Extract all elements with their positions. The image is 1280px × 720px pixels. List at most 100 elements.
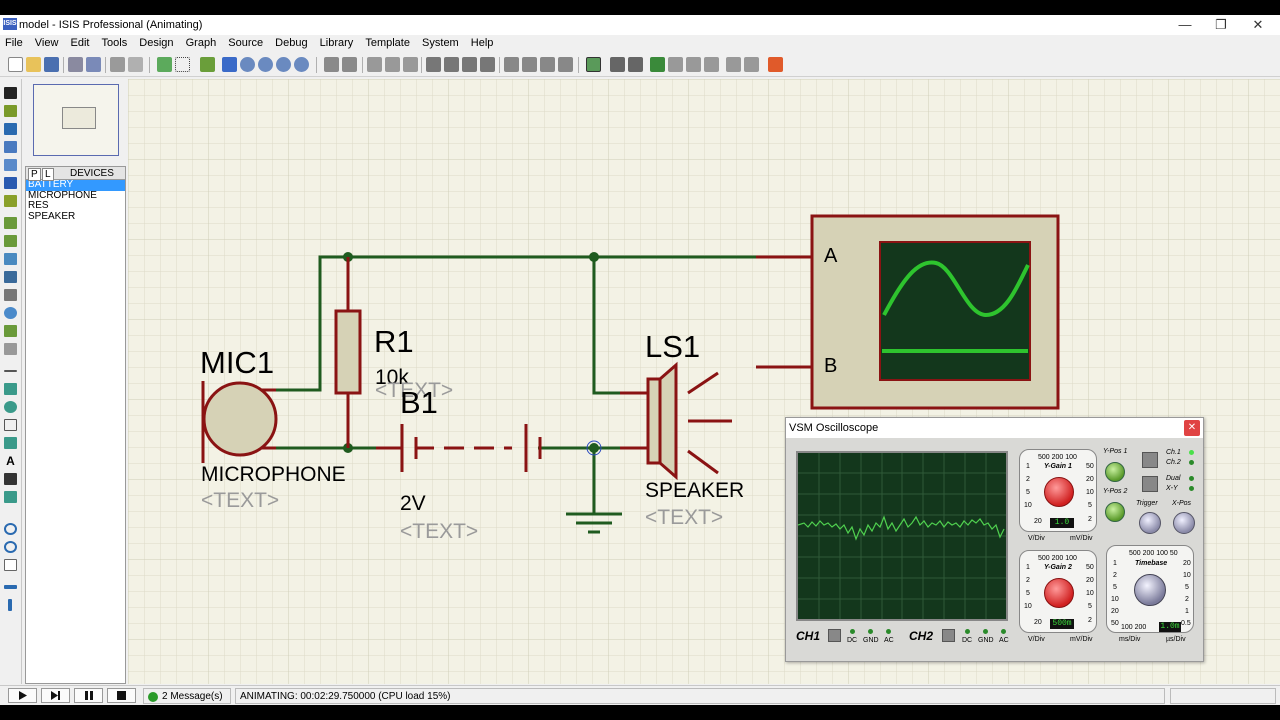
overview-window[interactable] [33, 84, 119, 156]
mode-select-button[interactable] [1142, 476, 1158, 492]
path-icon[interactable] [4, 437, 17, 449]
new-sheet-icon[interactable] [650, 57, 665, 72]
circle-icon[interactable] [4, 401, 17, 413]
selection-mode-icon[interactable] [4, 87, 17, 99]
zoom-in-icon[interactable] [240, 57, 255, 72]
voltage-probe-icon[interactable] [4, 325, 17, 337]
menu-graph[interactable]: Graph [181, 36, 221, 49]
rotate-clockwise-icon[interactable] [4, 523, 17, 535]
symbol-icon[interactable] [4, 473, 17, 485]
print-area-icon[interactable] [128, 57, 143, 72]
electrical-rules-icon[interactable] [726, 57, 741, 72]
vsm-oscilloscope-window[interactable]: VSM Oscilloscope ✕ CH1 DC GND AC CH2 DC … [785, 417, 1204, 662]
probe-icon[interactable] [4, 307, 17, 319]
messages-button[interactable]: 2 Message(s) [143, 688, 231, 704]
pick-from-library-button[interactable]: P [28, 168, 41, 181]
menu-help[interactable]: Help [466, 36, 498, 49]
ypos1-knob[interactable] [1105, 462, 1125, 482]
rotation-angle-field[interactable] [4, 559, 17, 571]
export-icon[interactable] [86, 57, 101, 72]
subcircuit-icon[interactable] [4, 195, 17, 207]
ygain1-knob[interactable] [1044, 477, 1074, 507]
grid-icon[interactable] [175, 57, 190, 72]
ch2-gnd[interactable]: GND [978, 637, 994, 644]
timebase-knob[interactable] [1134, 574, 1166, 606]
open-folder-icon[interactable] [26, 57, 41, 72]
box-icon[interactable] [4, 383, 17, 395]
play-button[interactable] [8, 688, 37, 703]
component-mode-icon[interactable] [4, 105, 17, 117]
ares-icon[interactable] [768, 57, 783, 72]
list-item[interactable]: SPEAKER [26, 211, 125, 223]
terminals-icon[interactable] [4, 217, 17, 229]
import-icon[interactable] [68, 57, 83, 72]
library-manager-button[interactable]: L [42, 168, 54, 181]
search-tag-icon[interactable] [610, 57, 625, 72]
new-file-icon[interactable] [8, 57, 23, 72]
pick-device-icon[interactable] [504, 57, 519, 72]
oscilloscope-close-button[interactable]: ✕ [1184, 420, 1200, 436]
step-button[interactable] [41, 688, 70, 703]
copy-icon[interactable] [385, 57, 400, 72]
ch2-dc[interactable]: DC [962, 637, 972, 644]
trigger-knob[interactable] [1139, 512, 1161, 534]
text-icon[interactable]: A [4, 455, 17, 467]
junction-dot-icon[interactable] [4, 123, 17, 135]
save-icon[interactable] [44, 57, 59, 72]
remove-sheet-icon[interactable] [668, 57, 683, 72]
packaging-icon[interactable] [540, 57, 555, 72]
origin-icon[interactable] [200, 57, 215, 72]
rotate-anticlockwise-icon[interactable] [4, 541, 17, 553]
stop-button[interactable] [107, 688, 136, 703]
paste-icon[interactable] [403, 57, 418, 72]
virtual-instruments-icon[interactable] [4, 343, 17, 355]
menu-tools[interactable]: Tools [97, 36, 132, 49]
ch1-gnd[interactable]: GND [863, 637, 879, 644]
exit-to-parent-icon[interactable] [686, 57, 701, 72]
refresh-icon[interactable] [157, 57, 172, 72]
device-pins-icon[interactable] [4, 235, 17, 247]
bill-of-materials-icon[interactable] [704, 57, 719, 72]
ch1-dc[interactable]: DC [847, 637, 857, 644]
ch1-coupling-button[interactable] [828, 629, 841, 642]
undo-icon[interactable] [324, 57, 339, 72]
menu-debug[interactable]: Debug [270, 36, 311, 49]
block-move-icon[interactable] [444, 57, 459, 72]
menu-file[interactable]: File [0, 36, 27, 49]
close-button[interactable]: ✕ [1240, 16, 1276, 34]
wire-autorouter-icon[interactable] [586, 57, 601, 72]
wire-label-icon[interactable] [4, 141, 17, 153]
menu-system[interactable]: System [417, 36, 463, 49]
pause-button[interactable] [74, 688, 103, 703]
menu-library[interactable]: Library [315, 36, 358, 49]
block-delete-icon[interactable] [480, 57, 495, 72]
menu-template[interactable]: Template [360, 36, 414, 49]
marker-icon[interactable] [4, 491, 17, 503]
block-rotate-icon[interactable] [462, 57, 477, 72]
block-copy-icon[interactable] [426, 57, 441, 72]
list-item[interactable]: RES [26, 200, 125, 212]
arc-icon[interactable] [4, 419, 17, 431]
netlist-icon[interactable] [744, 57, 759, 72]
channel-select-button[interactable] [1142, 452, 1158, 468]
zoom-out-icon[interactable] [258, 57, 273, 72]
cut-icon[interactable] [367, 57, 382, 72]
property-assignment-icon[interactable] [628, 57, 643, 72]
print-icon[interactable] [110, 57, 125, 72]
ygain2-knob[interactable] [1044, 578, 1074, 608]
ch2-ac[interactable]: AC [999, 637, 1009, 644]
make-device-icon[interactable] [522, 57, 537, 72]
menu-design[interactable]: Design [134, 36, 177, 49]
bus-icon[interactable] [4, 177, 17, 189]
text-script-icon[interactable] [4, 159, 17, 171]
generator-icon[interactable] [4, 289, 17, 301]
redo-icon[interactable] [342, 57, 357, 72]
zoom-all-icon[interactable] [276, 57, 291, 72]
graph-icon[interactable] [4, 253, 17, 265]
zoom-area-icon[interactable] [294, 57, 309, 72]
menu-view[interactable]: View [30, 36, 63, 49]
tape-recorder-icon[interactable] [4, 271, 17, 283]
maximize-button[interactable]: ❐ [1203, 16, 1239, 34]
menu-source[interactable]: Source [223, 36, 267, 49]
ch1-ac[interactable]: AC [884, 637, 894, 644]
